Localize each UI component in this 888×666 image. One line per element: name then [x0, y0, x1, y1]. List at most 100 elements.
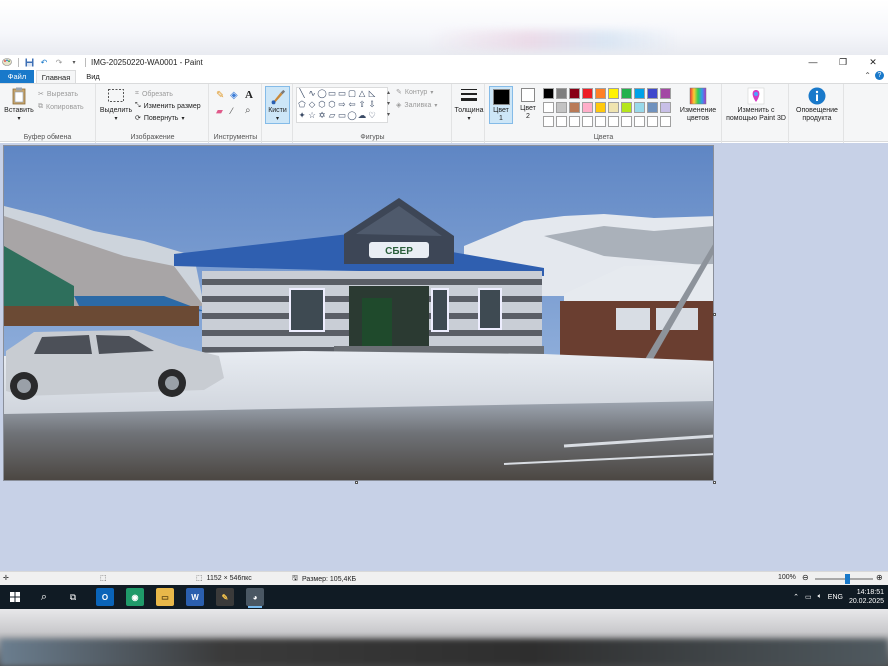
paint-taskbar-icon[interactable]: ◕	[246, 588, 264, 608]
canvas-resize-handle-corner[interactable]	[713, 481, 716, 484]
canvas-resize-handle-bottom[interactable]	[355, 481, 358, 484]
color-swatch[interactable]	[634, 88, 645, 99]
shape-option[interactable]: ✦	[297, 110, 307, 121]
minimize-button[interactable]: —	[798, 55, 828, 69]
pencil-icon[interactable]: ✎	[216, 90, 224, 101]
tab-view[interactable]: Вид	[78, 70, 108, 83]
shape-option[interactable]: ⇨	[337, 99, 347, 110]
cut-button[interactable]: ✂ Вырезать	[38, 90, 78, 99]
shape-option[interactable]: ⇦	[347, 99, 357, 110]
size-button[interactable]: Толщина ▾	[453, 87, 485, 123]
copy-button[interactable]: ⧉ Копировать	[38, 103, 84, 111]
undo-icon[interactable]: ↶	[39, 57, 49, 67]
close-button[interactable]: ✕	[858, 55, 888, 69]
save-icon[interactable]	[24, 57, 34, 67]
shape-option[interactable]: ◯	[347, 110, 357, 121]
shapes-gallery-scroll-icon[interactable]: ▴ ▾ ▾	[387, 88, 390, 121]
color-swatch[interactable]	[582, 88, 593, 99]
shape-option[interactable]: ☆	[307, 110, 317, 121]
shape-option[interactable]: ⬠	[297, 99, 307, 110]
crop-button[interactable]: ⌗ Обрезать	[135, 90, 173, 98]
color-swatch[interactable]	[569, 102, 580, 113]
zoom-out-icon[interactable]: ⊖	[802, 573, 809, 582]
text-icon[interactable]: A	[245, 89, 253, 101]
zoom-slider-track[interactable]	[815, 578, 873, 580]
shape-option[interactable]: ⇧	[357, 99, 367, 110]
color-swatch[interactable]	[556, 116, 567, 127]
zoom-in-icon[interactable]: ⊕	[876, 573, 883, 582]
image-canvas[interactable]: СБЕР	[3, 145, 714, 481]
shape-option[interactable]: ✡	[317, 110, 327, 121]
eraser-icon[interactable]: ▰	[216, 106, 223, 117]
shape-option[interactable]: △	[357, 88, 367, 99]
fill-button[interactable]: ◈ Заливка ▾	[396, 101, 437, 110]
color-picker-icon[interactable]: ⁄	[231, 106, 233, 116]
paint3d-button[interactable]: Изменить с помощью Paint 3D	[723, 87, 789, 123]
color-swatch[interactable]	[595, 102, 606, 113]
shape-option[interactable]: ∿	[307, 88, 317, 99]
shape-option[interactable]: ▭	[327, 88, 337, 99]
word-app-icon[interactable]: W	[186, 588, 204, 606]
color-swatch[interactable]	[621, 102, 632, 113]
canvas-resize-handle-right[interactable]	[713, 313, 716, 316]
shape-option[interactable]: ⬡	[317, 99, 327, 110]
color-swatch[interactable]	[647, 88, 658, 99]
redo-icon[interactable]: ↷	[54, 57, 64, 67]
shape-option[interactable]: ⬡	[327, 99, 337, 110]
start-button[interactable]	[4, 587, 26, 607]
color-swatch[interactable]	[660, 102, 671, 113]
magnifier-icon[interactable]: ⌕	[245, 105, 251, 116]
language-indicator[interactable]: ENG	[828, 594, 843, 601]
paste-button[interactable]: Вставить ▾	[4, 87, 34, 123]
shape-option[interactable]: ╲	[297, 88, 307, 99]
outlook-app-icon[interactable]: O	[96, 588, 114, 606]
maximize-button[interactable]: ❐	[828, 55, 858, 69]
color-swatch[interactable]	[634, 102, 645, 113]
outline-button[interactable]: ✎ Контур ▾	[396, 88, 433, 97]
tab-home[interactable]: Главная	[36, 70, 76, 83]
tray-overflow-icon[interactable]: ⌃	[793, 593, 799, 601]
color-swatch[interactable]	[660, 88, 671, 99]
shape-option[interactable]: ▢	[347, 88, 357, 99]
fill-bucket-icon[interactable]: ◈	[230, 90, 238, 101]
product-alert-button[interactable]: Оповещение продукта	[790, 87, 844, 123]
color-swatch[interactable]	[647, 102, 658, 113]
color-swatch[interactable]	[595, 88, 606, 99]
collapse-ribbon-icon[interactable]: ⌃	[864, 71, 871, 80]
rotate-button[interactable]: ⟳ Повернуть ▾	[135, 114, 184, 123]
color1-button[interactable]: Цвет 1	[489, 86, 513, 124]
color-swatch[interactable]	[608, 116, 619, 127]
color-swatch[interactable]	[556, 88, 567, 99]
zoom-slider-thumb[interactable]	[845, 574, 850, 584]
shape-option[interactable]: ⇩	[367, 99, 377, 110]
help-icon[interactable]: ?	[875, 71, 884, 80]
color-swatch[interactable]	[543, 116, 554, 127]
color-swatch[interactable]	[595, 116, 606, 127]
chat-app-icon[interactable]: ◉	[126, 588, 144, 606]
color-swatch[interactable]	[608, 102, 619, 113]
shape-option[interactable]: ◺	[367, 88, 377, 99]
color-swatch[interactable]	[543, 88, 554, 99]
quick-access-dropdown-icon[interactable]: ▾	[69, 57, 79, 67]
color-swatch[interactable]	[660, 116, 671, 127]
shape-option[interactable]: ◯	[317, 88, 327, 99]
network-icon[interactable]: ▭	[805, 593, 812, 601]
color-swatch[interactable]	[569, 88, 580, 99]
color-swatch[interactable]	[621, 88, 632, 99]
color-swatch[interactable]	[569, 116, 580, 127]
color2-button[interactable]: Цвет 2	[516, 88, 540, 121]
shape-option[interactable]: ▱	[327, 110, 337, 121]
canvas-area[interactable]: СБЕР	[0, 143, 888, 571]
color-swatch[interactable]	[647, 116, 658, 127]
edit-colors-button[interactable]: Изменение цветов	[676, 87, 720, 123]
color-swatch[interactable]	[634, 116, 645, 127]
color-swatch[interactable]	[582, 102, 593, 113]
pen-app-icon[interactable]: ✎	[216, 588, 234, 606]
color-swatch[interactable]	[621, 116, 632, 127]
shape-option[interactable]: ▭	[337, 88, 347, 99]
color-swatch[interactable]	[556, 102, 567, 113]
resize-button[interactable]: ⤡ Изменить размер	[135, 102, 201, 110]
select-button[interactable]: Выделить ▾	[99, 87, 133, 123]
shape-option[interactable]: ◇	[307, 99, 317, 110]
shape-option[interactable]: ▭	[337, 110, 347, 121]
